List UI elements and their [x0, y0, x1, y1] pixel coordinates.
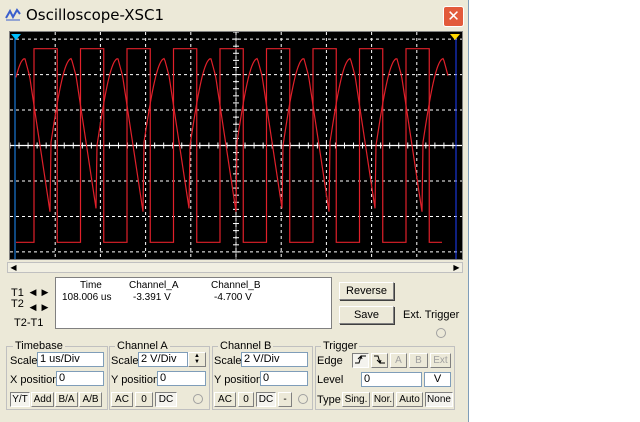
scope-plot [9, 31, 462, 259]
falling-edge-button[interactable] [371, 353, 388, 368]
channel-a-scale-spinner[interactable]: ▲ ▼ [188, 352, 206, 367]
channel-a-scale-label: Scale [111, 355, 139, 367]
timebase-scale-field[interactable]: 1 us/Div [37, 352, 104, 367]
trigger-source-b-button[interactable]: B [409, 353, 428, 368]
channel-b-terminal[interactable] [298, 394, 308, 404]
trigger-normal-button[interactable]: Nor. [372, 392, 394, 407]
oscilloscope-icon [5, 8, 21, 21]
readout-header-channel-b: Channel_B [211, 280, 261, 291]
readout-time-value: 108.006 us [62, 292, 112, 303]
channel-b-label: Channel B [218, 340, 274, 352]
trigger-level-unit[interactable]: V [424, 372, 451, 387]
rising-edge-button[interactable] [352, 353, 369, 368]
ext-trigger-terminal[interactable] [436, 328, 446, 338]
scroll-right-arrow-icon[interactable]: ▶ [451, 263, 462, 272]
trigger-type-label: Type [317, 394, 341, 406]
title-bar[interactable]: Oscilloscope-XSC1 ✕ [0, 0, 468, 31]
falling-edge-icon [374, 355, 385, 364]
scroll-left-arrow-icon[interactable]: ◀ [8, 263, 19, 272]
channel-b-y-position-label: Y position [214, 374, 263, 386]
close-button[interactable]: ✕ [443, 6, 464, 27]
timebase-scale-label: Scale [10, 355, 38, 367]
trigger-auto-button[interactable]: Auto [396, 392, 423, 407]
channel-b-zero-button[interactable]: 0 [238, 392, 254, 407]
trigger-label: Trigger [321, 340, 360, 352]
t2-right-arrow-icon[interactable]: ▶ [40, 302, 50, 312]
channel-b-scale-field[interactable]: 2 V/Div [241, 352, 308, 367]
channel-a-ac-button[interactable]: AC [111, 392, 133, 407]
channel-a-y-position-field[interactable]: 0 [157, 371, 206, 386]
t1-left-arrow-icon[interactable]: ◀ [28, 287, 38, 297]
channel-b-invert-button[interactable]: - [278, 392, 292, 407]
trigger-level-field[interactable]: 0 [361, 372, 422, 387]
trigger-source-ext-button[interactable]: Ext [430, 353, 451, 368]
readout-header-channel-a: Channel_A [129, 280, 179, 291]
channel-b-ac-button[interactable]: AC [214, 392, 236, 407]
x-position-field[interactable]: 0 [56, 371, 104, 386]
level-label: Level [317, 374, 344, 386]
trigger-single-button[interactable]: Sing. [342, 392, 370, 407]
horizontal-scrollbar[interactable]: ◀ ▶ [7, 262, 463, 273]
window-title: Oscilloscope-XSC1 [26, 6, 165, 24]
t2-left-arrow-icon[interactable]: ◀ [28, 302, 38, 312]
save-button[interactable]: Save [339, 306, 394, 324]
timebase-label: Timebase [13, 340, 65, 352]
oscilloscope-window: Oscilloscope-XSC1 ✕ ◀ ▶ T1 T2 ◀ ▶ ◀ ▶ T2… [0, 0, 469, 422]
measurement-readout: Time Channel_A Channel_B 108.006 us -3.3… [55, 277, 332, 329]
ext-trigger-label: Ext. Trigger [403, 309, 460, 321]
channel-b-scale-label: Scale [214, 355, 242, 367]
readout-channel-b-value: -4.700 V [214, 292, 252, 303]
t2-t1-label: T2-T1 [14, 317, 44, 329]
yt-mode-button[interactable]: Y/T [10, 392, 30, 407]
channel-a-y-position-label: Y position [111, 374, 160, 386]
reverse-button[interactable]: Reverse [339, 282, 394, 300]
t2-label: T2 [11, 298, 24, 310]
readout-header-time: Time [80, 280, 102, 291]
channel-a-dc-button[interactable]: DC [155, 392, 177, 407]
channel-a-label: Channel A [115, 340, 170, 352]
channel-a-terminal[interactable] [193, 394, 203, 404]
channel-b-dc-button[interactable]: DC [256, 392, 276, 407]
add-mode-button[interactable]: Add [31, 392, 54, 407]
t1-right-arrow-icon[interactable]: ▶ [40, 287, 50, 297]
close-icon: ✕ [447, 7, 460, 25]
b-a-mode-button[interactable]: B/A [55, 392, 78, 407]
x-position-label: X position [10, 374, 59, 386]
trigger-none-button[interactable]: None [425, 392, 453, 407]
trigger-source-a-button[interactable]: A [390, 353, 407, 368]
readout-channel-a-value: -3.391 V [133, 292, 171, 303]
cursor-t2-marker[interactable] [450, 34, 460, 40]
scope-display[interactable] [9, 31, 463, 260]
edge-label: Edge [317, 355, 343, 367]
rising-edge-icon [355, 355, 366, 364]
channel-a-scale-field[interactable]: 2 V/Div [138, 352, 188, 367]
channel-a-zero-button[interactable]: 0 [135, 392, 153, 407]
a-b-mode-button[interactable]: A/B [79, 392, 102, 407]
channel-b-y-position-field[interactable]: 0 [260, 371, 308, 386]
